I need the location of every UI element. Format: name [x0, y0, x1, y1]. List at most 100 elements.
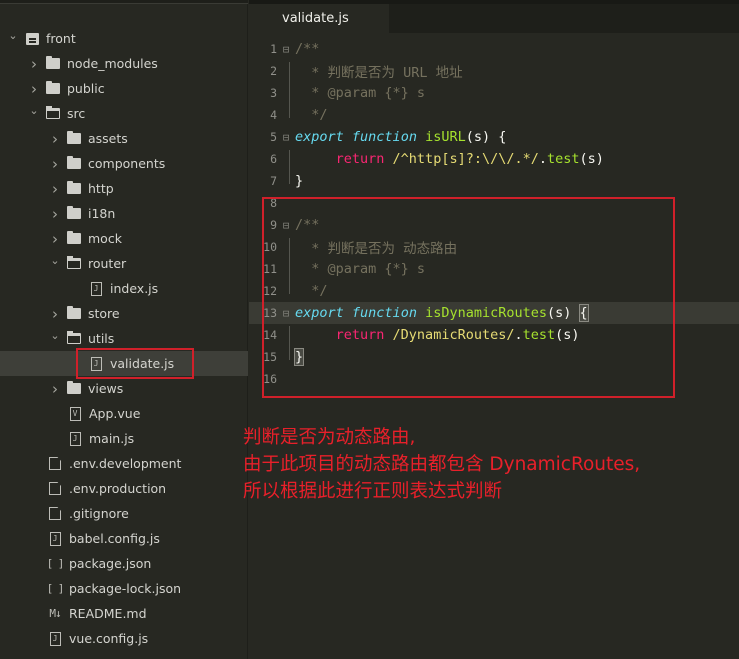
tree-item-label: views: [88, 381, 124, 396]
tree-item-label: index.js: [110, 281, 159, 296]
chevron-right-icon[interactable]: ›: [49, 380, 61, 398]
code-token: (s): [579, 151, 604, 167]
tree-item-label: .env.development: [69, 456, 182, 471]
indent-guide: [289, 62, 290, 118]
code-line[interactable]: 7}: [249, 170, 739, 192]
tree-item-label: utils: [88, 331, 115, 346]
folder-icon: [46, 56, 60, 71]
tree-item-label: components: [88, 156, 166, 171]
chevron-down-icon[interactable]: ⌄: [49, 254, 61, 267]
tree-item-label: vue.config.js: [69, 631, 149, 646]
tree-item-vue-config-js[interactable]: Jvue.config.js: [0, 626, 248, 651]
tree-item-label: src: [67, 106, 86, 121]
code-token: (s) {: [465, 129, 507, 145]
json-file-icon: [ ]: [46, 557, 65, 570]
tree-item-label: i18n: [88, 206, 116, 221]
tab-validate-js[interactable]: validate.js: [249, 4, 389, 33]
chevron-right-icon[interactable]: ›: [28, 80, 40, 98]
tree-item-http[interactable]: › http: [0, 176, 248, 201]
tree-item-readme-md[interactable]: M↓ README.md: [0, 601, 248, 626]
file-icon: [48, 457, 62, 471]
chevron-right-icon[interactable]: ›: [49, 130, 61, 148]
code-text: return /^http[s]?:\/\/.*/.test(s): [295, 151, 604, 167]
tree-item-label: .env.production: [69, 481, 167, 496]
tree-item-package-json[interactable]: [ ] package.json: [0, 551, 248, 576]
code-text: * @param {*} s: [295, 85, 425, 101]
code-line[interactable]: 3 * @param {*} s: [249, 82, 739, 104]
tree-item-src[interactable]: ⌄ src: [0, 101, 248, 126]
code-token: .: [538, 151, 547, 167]
code-line[interactable]: 4 */: [249, 104, 739, 126]
js-file-icon: J: [48, 631, 62, 646]
code-token: }: [295, 173, 304, 189]
code-line[interactable]: 5 ⊟ export function isURL(s) {: [249, 126, 739, 148]
folder-icon: [67, 156, 81, 171]
tree-item-router[interactable]: ⌄ router: [0, 251, 248, 276]
code-token: return: [335, 151, 385, 167]
selected-file-highlight-box: [76, 348, 194, 379]
tree-item-app-vue[interactable]: V App.vue: [0, 401, 248, 426]
tree-item-gitignore[interactable]: .gitignore: [0, 501, 248, 526]
tree-item-babel-config-js[interactable]: Jbabel.config.js: [0, 526, 248, 551]
markdown-file-icon: M↓: [49, 607, 61, 620]
fold-toggle-icon[interactable]: ⊟: [277, 43, 295, 56]
tree-item-main-js[interactable]: Jmain.js: [0, 426, 248, 451]
tree-item-label: assets: [88, 131, 128, 146]
line-number: 3: [270, 86, 277, 100]
tree-item-mock[interactable]: › mock: [0, 226, 248, 251]
chevron-right-icon[interactable]: ›: [49, 155, 61, 173]
code-text: /**: [295, 41, 319, 57]
chevron-right-icon[interactable]: ›: [28, 55, 40, 73]
annotation-line: 判断是否为动态路由,: [243, 427, 416, 448]
folder-open-icon: [45, 106, 60, 121]
folder-open-icon: [66, 331, 81, 346]
tree-item-label: package-lock.json: [69, 581, 182, 596]
code-text: }: [295, 173, 303, 189]
chevron-right-icon[interactable]: ›: [49, 230, 61, 248]
tree-item-assets[interactable]: › assets: [0, 126, 248, 151]
tree-item-views[interactable]: › views: [0, 376, 248, 401]
tree-item-env-development[interactable]: .env.development: [0, 451, 248, 476]
code-line[interactable]: 1 ⊟/**: [249, 38, 739, 60]
code-line[interactable]: 6 return /^http[s]?:\/\/.*/.test(s): [249, 148, 739, 170]
fold-toggle-icon[interactable]: ⊟: [277, 131, 295, 144]
sidebar-top-border: [0, 0, 248, 4]
tree-item-index-js[interactable]: Jindex.js: [0, 276, 248, 301]
chevron-down-icon[interactable]: ⌄: [7, 29, 19, 42]
folder-icon: [67, 381, 81, 396]
tree-item-public[interactable]: › public: [0, 76, 248, 101]
tree-item-package-lock-json[interactable]: [ ] package-lock.json: [0, 576, 248, 601]
tree-item-i18n[interactable]: › i18n: [0, 201, 248, 226]
chevron-right-icon[interactable]: ›: [49, 180, 61, 198]
folder-icon: [46, 81, 60, 96]
tree-item-front[interactable]: ⌄ front: [0, 26, 248, 51]
tab-label: validate.js: [282, 11, 349, 26]
tab-bar: validate.js: [249, 0, 739, 33]
chevron-down-icon[interactable]: ⌄: [49, 329, 61, 342]
indent-guide: [289, 150, 290, 184]
code-token: test: [547, 151, 580, 167]
tree-item-components[interactable]: › components: [0, 151, 248, 176]
tree-item-label: store: [88, 306, 120, 321]
tree-item-label: main.js: [89, 431, 135, 446]
tree-item-store[interactable]: › store: [0, 301, 248, 326]
code-token: isURL: [425, 129, 466, 145]
chevron-down-icon[interactable]: ⌄: [28, 104, 40, 117]
code-token: /**: [295, 41, 320, 57]
js-file-icon: J: [89, 281, 103, 296]
project-folder-icon: [25, 32, 39, 46]
chevron-right-icon[interactable]: ›: [49, 305, 61, 323]
tree-item-env-production[interactable]: .env.production: [0, 476, 248, 501]
folder-icon: [67, 131, 81, 146]
code-text: * 判断是否为 URL 地址: [295, 61, 462, 81]
folder-open-icon: [66, 256, 81, 271]
tree-item-label: node_modules: [67, 56, 158, 71]
tree-item-label: README.md: [69, 606, 147, 621]
chevron-right-icon[interactable]: ›: [49, 205, 61, 223]
code-line[interactable]: 2 * 判断是否为 URL 地址: [249, 60, 739, 82]
line-number: 1: [270, 42, 277, 56]
tree-item-node-modules[interactable]: › node_modules: [0, 51, 248, 76]
tree-item-label: public: [67, 81, 105, 96]
